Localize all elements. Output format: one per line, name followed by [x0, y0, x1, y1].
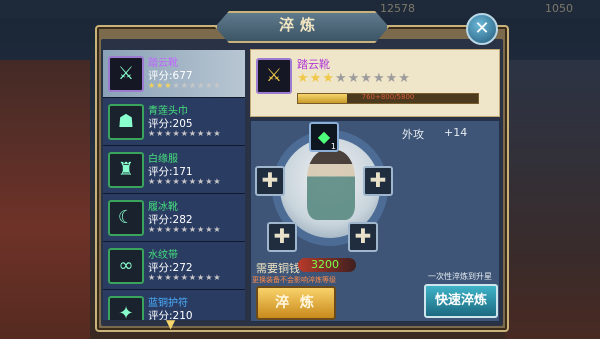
equipment-list-item[interactable]: ♜ 白缘服 评分:171 ★★★★★★★★★ — [103, 146, 245, 194]
equipment-stars: ★★★★★★★★★ — [148, 81, 222, 90]
ice-boots-icon: ☾ — [117, 207, 135, 228]
cost-value: 3200 — [311, 258, 339, 271]
background-ground-right — [505, 60, 600, 339]
star-icon: ★ — [322, 71, 335, 86]
equipment-list[interactable]: ⚔ 踏云靴 评分:677 ★★★★★★★★★ ☗ 青莲头巾 评分:205 ★★★★★★★★★ ♜… — [103, 50, 245, 320]
selected-item-header: ⚔ 踏云靴 ★★★★★★★★★ 760+800/5800 — [250, 49, 500, 117]
quick-forge-note: 一次性淬炼到升星 — [428, 272, 492, 281]
equipment-slot: ♜ — [108, 152, 144, 188]
material-slot-left-bottom[interactable]: ✚ — [267, 222, 297, 252]
cost-label: 需要铜钱 — [256, 262, 300, 275]
background-ground-left — [0, 60, 90, 339]
star-icon: ★ — [372, 71, 386, 86]
stat-label: 外攻 — [402, 128, 424, 141]
star-icon: ★ — [297, 71, 310, 86]
star-icon: ★ — [398, 71, 411, 86]
top-bar-counter-1: 12578 — [380, 2, 415, 15]
material-slot-left-top[interactable]: ✚ — [255, 166, 285, 196]
equipment-name: 蓝铜护符 — [148, 298, 188, 309]
character-figure — [307, 150, 355, 220]
close-button[interactable]: ✕ — [466, 13, 498, 45]
star-icon: ★ — [347, 71, 361, 86]
stat-value: +14 — [444, 126, 468, 139]
equipment-name: 踏云靴 — [148, 58, 178, 69]
gem-count: 1 — [330, 142, 336, 151]
equipment-list-item[interactable]: ∞ 水纹带 评分:272 ★★★★★★★★★ — [103, 242, 245, 290]
equipment-list-item[interactable]: ☗ 青莲头巾 评分:205 ★★★★★★★★★ — [103, 98, 245, 146]
equipment-name: 青莲头巾 — [148, 106, 188, 117]
equipment-list-item[interactable]: ✦蓝铜护符评分:210★★★★★★★★★ — [103, 290, 245, 320]
robe-icon: ♜ — [117, 159, 135, 180]
top-bar-counter-2: 1050 — [545, 2, 573, 15]
forge-progress-bar: 760+800/5800 — [297, 93, 479, 104]
forge-button[interactable]: 淬 炼 — [256, 286, 336, 320]
equipment-list-item[interactable]: ⚔ 踏云靴 评分:677 ★★★★★★★★★ — [103, 50, 245, 98]
equipment-name: 水纹带 — [148, 250, 178, 261]
equipment-slot: ☾ — [108, 200, 144, 236]
change-equipment-note: 更换装备不会影响淬炼等级 — [252, 276, 336, 284]
equipment-stars: ★★★★★★★★★ — [148, 273, 222, 282]
boots-icon: ⚔ — [265, 65, 283, 86]
equipment-stars: ★★★★★★★★★ — [148, 225, 222, 234]
material-slot-right-bottom[interactable]: ✚ — [348, 222, 378, 252]
equipment-slot: ⚔ — [108, 56, 144, 92]
quick-forge-button[interactable]: 快速淬炼 — [424, 284, 498, 318]
equipment-name: 履冰靴 — [148, 202, 178, 213]
equipment-slot: ✦ — [108, 296, 144, 320]
equipment-slot: ☗ — [108, 104, 144, 140]
equipment-list-item[interactable]: ☾ 履冰靴 评分:282 ★★★★★★★★★ — [103, 194, 245, 242]
boots-icon: ⚔ — [117, 63, 135, 84]
amulet-icon: ✦ — [118, 303, 134, 320]
selected-item-slot: ⚔ — [256, 58, 292, 94]
star-icon: ★ — [334, 71, 348, 86]
belt-icon: ∞ — [118, 255, 134, 276]
star-icon: ★ — [360, 71, 373, 86]
headband-icon: ☗ — [117, 111, 135, 132]
selected-item-name: 踏云靴 — [297, 58, 330, 71]
equipment-stars: ★★★★★★★★★ — [148, 177, 222, 186]
equipment-stars: ★★★★★★★★★ — [148, 129, 222, 138]
window-title: 淬炼 — [278, 16, 321, 34]
star-icon: ★ — [385, 71, 399, 86]
gem-slot[interactable]: ◆ 1 — [309, 122, 339, 152]
scroll-down-icon[interactable]: ▼ — [166, 317, 175, 331]
selected-item-stars: ★★★★★★★★★ — [297, 71, 411, 86]
equipment-name: 白缘服 — [148, 154, 178, 165]
material-slot-right-top[interactable]: ✚ — [363, 166, 393, 196]
equipment-slot: ∞ — [108, 248, 144, 284]
forge-progress-text: 760+800/5800 — [361, 93, 415, 101]
star-icon: ★ — [309, 71, 323, 86]
gem-icon: ◆ — [317, 127, 331, 146]
